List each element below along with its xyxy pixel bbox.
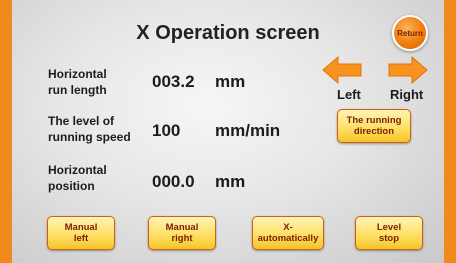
run-length-label: Horizontal run length xyxy=(48,66,107,98)
position-label-line2: position xyxy=(48,179,95,193)
return-button[interactable]: Return xyxy=(392,15,428,51)
level-stop-line2: stop xyxy=(378,233,400,244)
manual-left-line2: left xyxy=(73,233,89,244)
manual-left-line1: Manual xyxy=(64,222,98,233)
manual-right-button[interactable]: Manual right xyxy=(148,216,216,250)
position-unit: mm xyxy=(215,172,246,191)
running-direction-button[interactable]: The running direction xyxy=(337,109,411,143)
manual-right-line2: right xyxy=(171,233,193,244)
run-length-label-line2: run length xyxy=(48,83,107,97)
manual-left-button[interactable]: Manual left xyxy=(47,216,115,250)
running-direction-line2: direction xyxy=(353,126,395,137)
run-length-value[interactable]: 003.2 xyxy=(152,72,195,92)
x-automatically-line2: automatically xyxy=(257,233,319,244)
run-length-unit: mm xyxy=(215,72,246,91)
operation-screen: X Operation screen Return Horizontal run… xyxy=(12,0,444,263)
page-title: X Operation screen xyxy=(136,22,320,44)
left-arrow-icon[interactable] xyxy=(322,56,362,84)
running-direction-line1: The running xyxy=(346,115,402,126)
x-automatically-line1: X- xyxy=(283,222,293,233)
level-stop-button[interactable]: Level stop xyxy=(355,216,423,250)
manual-right-line1: Manual xyxy=(165,222,199,233)
speed-value[interactable]: 100 xyxy=(152,121,180,141)
right-arrow-icon[interactable] xyxy=(388,56,428,84)
position-value: 000.0 xyxy=(152,172,195,191)
left-direction-label: Left xyxy=(337,87,361,102)
x-automatically-button[interactable]: X- automatically xyxy=(252,216,324,250)
position-label: Horizontal position xyxy=(48,162,107,194)
level-stop-line1: Level xyxy=(376,222,402,233)
right-direction-label: Right xyxy=(390,87,424,102)
speed-label: The level of running speed xyxy=(48,113,131,145)
speed-label-line2: running speed xyxy=(48,130,131,144)
speed-unit: mm/min xyxy=(215,121,281,140)
position-label-line1: Horizontal xyxy=(48,163,107,177)
speed-label-line1: The level of xyxy=(48,114,115,128)
run-length-label-line1: Horizontal xyxy=(48,67,107,81)
